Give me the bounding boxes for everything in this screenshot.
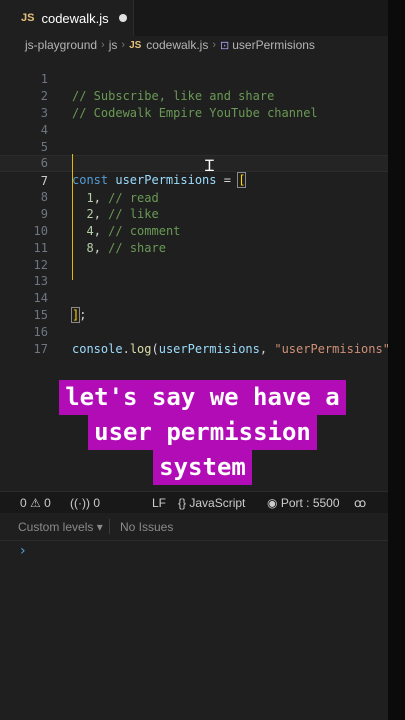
caption-line: let's say we have a xyxy=(59,380,346,415)
console-object: console xyxy=(72,342,123,356)
debug-console-panel: Custom levels ▾ No Issues › xyxy=(0,513,388,720)
code-line[interactable]: 17 xyxy=(0,324,388,356)
text-cursor-icon: Ɪ xyxy=(205,156,214,175)
tab-label: codewalk.js xyxy=(41,10,109,26)
tab-bar: JS codewalk.js xyxy=(0,0,388,36)
breadcrumb: js-playground › js › JS codewalk.js › ⊡ … xyxy=(0,36,388,54)
code-line[interactable]: 9 4, // comment xyxy=(0,189,388,238)
ports-count: 0 xyxy=(93,496,101,510)
code-line[interactable]: 4 xyxy=(0,105,388,137)
line-number: 17 xyxy=(33,342,48,356)
code-line[interactable]: 16 console.log(userPermisions, "userPerm… xyxy=(0,307,388,356)
code-line-current[interactable]: 7 1, // read xyxy=(0,155,388,205)
issues-status: No Issues xyxy=(120,520,174,534)
language-label: JavaScript xyxy=(189,496,246,510)
code-line[interactable]: 10 8, // share xyxy=(0,206,388,255)
code-line[interactable]: 13 xyxy=(0,256,388,288)
breadcrumb-folder[interactable]: js-playground xyxy=(25,38,97,52)
argument: userPermisions xyxy=(158,342,260,356)
antenna-icon: ◉ xyxy=(267,496,278,510)
window-edge xyxy=(388,0,405,720)
js-file-icon: JS xyxy=(21,12,35,24)
copilot-icon[interactable]: ꝏ xyxy=(354,496,366,510)
chevron-right-icon: › xyxy=(121,39,126,51)
panel-toolbar: Custom levels ▾ No Issues xyxy=(0,513,388,541)
braces-icon: {} xyxy=(178,496,187,510)
js-file-icon: JS xyxy=(129,39,142,51)
problems-indicator[interactable]: 0 ⚠ 0 xyxy=(20,496,51,510)
code-line[interactable]: 11 xyxy=(0,223,388,255)
eol-selector[interactable]: LF xyxy=(152,496,166,510)
triangle-down-icon: ▾ xyxy=(96,520,103,534)
breadcrumb-file[interactable]: codewalk.js xyxy=(146,38,208,52)
code-line[interactable]: 3 xyxy=(0,88,388,120)
breadcrumb-subfolder[interactable]: js xyxy=(109,38,118,52)
bracket-guide xyxy=(72,154,73,280)
caption-line: system xyxy=(153,450,252,485)
code-line[interactable]: 2 // Codewalk Empire YouTube channel xyxy=(0,71,388,120)
vscode-window: JS codewalk.js js-playground › js › JS c… xyxy=(0,0,388,720)
chevron-right-icon: › xyxy=(101,39,105,51)
port-label: Port : 5500 xyxy=(280,496,340,510)
live-server-port[interactable]: ◉ Port : 5500 xyxy=(267,496,340,510)
function-name: log xyxy=(129,342,152,356)
log-levels-dropdown[interactable]: Custom levels ▾ xyxy=(18,520,103,534)
chevron-right-icon: › xyxy=(212,39,216,51)
code-line[interactable]: 6 const userPermisions = [ xyxy=(0,138,388,188)
toolbar-divider xyxy=(109,519,110,534)
unsaved-dot-icon[interactable] xyxy=(118,14,127,22)
code-line[interactable]: 1 // Subscribe, like and share xyxy=(0,54,388,103)
warning-count: 0 xyxy=(44,496,51,510)
warning-icon: ⚠ xyxy=(30,496,41,510)
error-count: 0 xyxy=(20,496,27,510)
code-line[interactable]: 5 xyxy=(0,122,388,154)
status-bar: 0 ⚠ 0 ((·)) 0 LF {} JavaScript ◉ Port : … xyxy=(0,491,388,514)
ports-indicator[interactable]: ((·)) 0 xyxy=(70,496,100,510)
chevron-right-icon[interactable]: › xyxy=(20,543,26,559)
breadcrumb-symbol[interactable]: userPermisions xyxy=(232,38,315,52)
code-line[interactable]: 12 xyxy=(0,240,388,272)
code-line[interactable]: 8 2, // like xyxy=(0,172,388,221)
log-levels-label: Custom levels xyxy=(18,520,94,534)
variable-symbol-icon: ⊡ xyxy=(220,39,230,52)
code-line[interactable]: 15 xyxy=(0,290,388,322)
video-caption: let's say we have a user permission syst… xyxy=(0,380,405,485)
language-selector[interactable]: {} JavaScript xyxy=(178,496,245,510)
tab-codewalk-js[interactable]: JS codewalk.js xyxy=(0,0,134,36)
code-line[interactable]: 14 ]; xyxy=(0,273,388,323)
broadcast-icon: ((·)) xyxy=(70,496,90,510)
code-editor[interactable]: 1 // Subscribe, like and share 2 // Code… xyxy=(0,54,388,356)
caption-line: user permission xyxy=(88,415,317,450)
string-literal: "userPermisions" xyxy=(274,342,388,356)
